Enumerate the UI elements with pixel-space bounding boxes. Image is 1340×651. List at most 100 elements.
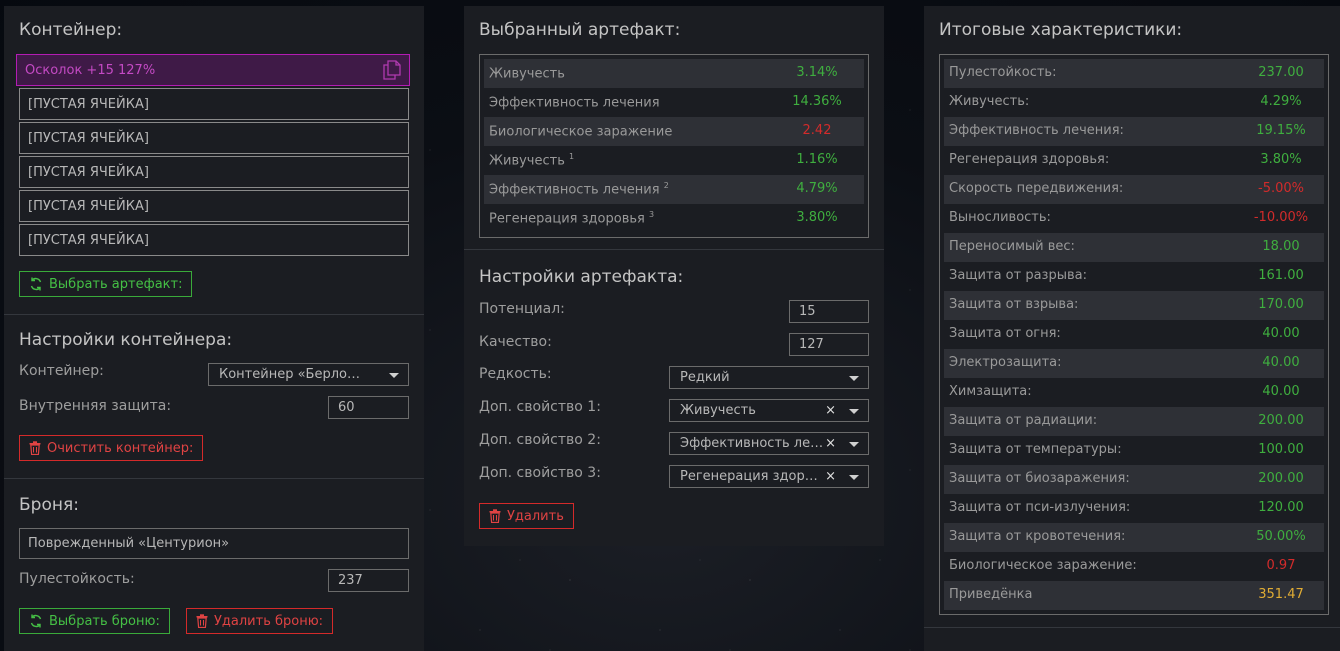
clear-icon[interactable]: × bbox=[825, 469, 836, 484]
final-stat-value: 18.00 bbox=[1262, 239, 1300, 254]
final-stat-row: Электрозащита: 40.00 bbox=[944, 349, 1324, 378]
artifact-stat-row: Живучесть 3.14% bbox=[484, 59, 864, 88]
prop2-select-value: Эффективность лечения bbox=[680, 436, 825, 451]
divider bbox=[924, 627, 1340, 628]
copy-icon[interactable] bbox=[383, 60, 401, 80]
final-stat-row: Защита от радиации: 200.00 bbox=[944, 407, 1324, 436]
final-stat-name: Защита от разрыва: bbox=[949, 268, 1087, 283]
final-stat-row: Скорость передвижения: -5.00% bbox=[944, 175, 1324, 204]
chevron-down-icon bbox=[849, 442, 859, 447]
rarity-label: Редкость: bbox=[479, 366, 552, 382]
final-stat-row: Защита от биозаражения: 200.00 bbox=[944, 465, 1324, 494]
final-stat-value: 200.00 bbox=[1258, 471, 1304, 486]
final-stat-value: 4.29% bbox=[1260, 94, 1302, 109]
rarity-select-value: Редкий bbox=[680, 370, 730, 385]
final-stat-value: 40.00 bbox=[1262, 384, 1300, 399]
prop1-select[interactable]: Живучесть × bbox=[669, 399, 869, 422]
rarity-select[interactable]: Редкий bbox=[669, 366, 869, 389]
empty-slot-5[interactable]: [ПУСТАЯ ЯЧЕЙКА] bbox=[19, 224, 409, 256]
final-stat-row: Биологическое заражение: 0.97 bbox=[944, 552, 1324, 581]
refresh-icon bbox=[30, 277, 42, 291]
container-select-value: Контейнер «Берлога» bbox=[219, 367, 364, 382]
prop2-label: Доп. свойство 2: bbox=[479, 432, 601, 448]
potential-label: Потенциал: bbox=[479, 301, 565, 317]
artifact-stat-value: 3.14% bbox=[796, 65, 838, 80]
artifact-stat-value: 2.42 bbox=[802, 123, 832, 138]
final-stat-row: Защита от кровотечения: 50.00% bbox=[944, 523, 1324, 552]
final-stat-row: Эффективность лечения: 19.15% bbox=[944, 117, 1324, 146]
selected-artifact-table: Живучесть 3.14% Эффективность лечения 14… bbox=[479, 54, 869, 238]
artifact-stat-value: 14.36% bbox=[792, 94, 842, 109]
chevron-down-icon bbox=[849, 409, 859, 414]
trash-icon bbox=[29, 441, 41, 455]
final-stat-name: Приведёнка bbox=[949, 587, 1033, 602]
prop2-select[interactable]: Эффективность лечения × bbox=[669, 432, 869, 455]
final-stat-row: Защита от огня: 40.00 bbox=[944, 320, 1324, 349]
delete-artifact-button[interactable]: Удалить bbox=[479, 503, 574, 529]
final-stat-value: 40.00 bbox=[1262, 355, 1300, 370]
final-stats-title: Итоговые характеристики: bbox=[939, 20, 1183, 40]
inner-protection-label: Внутренняя защита: bbox=[19, 398, 172, 414]
final-stat-row: Химзащита: 40.00 bbox=[944, 378, 1324, 407]
artifact-stat-row: Живучесть 1 1.16% bbox=[484, 146, 864, 175]
final-stat-name: Защита от кровотечения: bbox=[949, 529, 1126, 544]
chevron-down-icon bbox=[849, 475, 859, 480]
prop1-label: Доп. свойство 1: bbox=[479, 399, 601, 415]
artifact-stat-row: Регенерация здоровья 3 3.80% bbox=[484, 204, 864, 233]
clear-icon[interactable]: × bbox=[825, 403, 836, 418]
final-stat-name: Скорость передвижения: bbox=[949, 181, 1124, 196]
final-stat-value: 3.80% bbox=[1260, 152, 1302, 167]
final-stat-row: Приведёнка 351.47 bbox=[944, 581, 1324, 610]
empty-slot-2[interactable]: [ПУСТАЯ ЯЧЕЙКА] bbox=[19, 122, 409, 154]
final-stat-name: Защита от взрыва: bbox=[949, 297, 1079, 312]
container-type-label: Контейнер: bbox=[19, 363, 104, 379]
final-stat-value: 50.00% bbox=[1256, 529, 1306, 544]
choose-artifact-label: Выбрать артефакт: bbox=[49, 276, 183, 292]
final-stat-row: Защита от температуры: 100.00 bbox=[944, 436, 1324, 465]
artifact-slot-active[interactable]: Осколок +15 127% bbox=[16, 54, 410, 86]
final-stat-name: Защита от биозаражения: bbox=[949, 471, 1130, 486]
choose-artifact-button[interactable]: Выбрать артефакт: bbox=[19, 271, 193, 297]
final-stat-name: Защита от огня: bbox=[949, 326, 1061, 341]
final-stat-row: Регенерация здоровья: 3.80% bbox=[944, 146, 1324, 175]
choose-armor-label: Выбрать броню: bbox=[49, 613, 160, 629]
final-stat-value: 351.47 bbox=[1258, 587, 1304, 602]
chevron-down-icon bbox=[389, 373, 399, 378]
inner-protection-input[interactable]: 60 bbox=[328, 396, 409, 419]
container-panel: Контейнер: Осколок +15 127% [ПУСТАЯ ЯЧЕЙ… bbox=[4, 6, 424, 651]
final-stat-row: Защита от пси-излучения: 120.00 bbox=[944, 494, 1324, 523]
divider bbox=[4, 478, 424, 479]
delete-artifact-label: Удалить bbox=[507, 508, 564, 524]
final-stat-row: Защита от взрыва: 170.00 bbox=[944, 291, 1324, 320]
empty-slot-4[interactable]: [ПУСТАЯ ЯЧЕЙКА] bbox=[19, 190, 409, 222]
armor-bulletproof-label: Пулестойкость: bbox=[19, 571, 135, 587]
empty-slot-3[interactable]: [ПУСТАЯ ЯЧЕЙКА] bbox=[19, 156, 409, 188]
armor-bulletproof-input[interactable]: 237 bbox=[328, 569, 409, 592]
quality-label: Качество: bbox=[479, 334, 552, 350]
final-stat-value: 0.97 bbox=[1266, 558, 1296, 573]
container-select[interactable]: Контейнер «Берлога» bbox=[208, 363, 409, 386]
divider bbox=[464, 249, 884, 250]
prop1-select-value: Живучесть bbox=[680, 403, 756, 418]
final-stat-name: Биологическое заражение: bbox=[949, 558, 1137, 573]
final-stat-value: 237.00 bbox=[1258, 65, 1304, 80]
final-stat-row: Выносливость: -10.00% bbox=[944, 204, 1324, 233]
quality-input[interactable]: 127 bbox=[789, 333, 869, 356]
final-stat-value: 19.15% bbox=[1256, 123, 1306, 138]
empty-slot-1[interactable]: [ПУСТАЯ ЯЧЕЙКА] bbox=[19, 88, 409, 120]
artifact-stat-name: Биологическое заражение bbox=[489, 124, 673, 140]
prop3-select[interactable]: Регенерация здоровья × bbox=[669, 465, 869, 488]
choose-armor-button[interactable]: Выбрать броню: bbox=[19, 608, 170, 634]
clear-container-button[interactable]: Очистить контейнер: bbox=[19, 435, 204, 461]
final-stat-name: Регенерация здоровья: bbox=[949, 152, 1110, 167]
clear-icon[interactable]: × bbox=[825, 436, 836, 451]
armor-title: Броня: bbox=[19, 495, 79, 515]
artifact-stat-value: 3.80% bbox=[796, 210, 838, 225]
delete-armor-label: Удалить броню: bbox=[214, 613, 324, 629]
armor-name-field[interactable]: Поврежденный «Центурион» bbox=[19, 528, 409, 559]
final-stat-name: Электрозащита: bbox=[949, 355, 1062, 370]
potential-input[interactable]: 15 bbox=[789, 300, 869, 323]
final-stat-name: Выносливость: bbox=[949, 210, 1051, 225]
delete-armor-button[interactable]: Удалить броню: bbox=[186, 608, 334, 634]
final-stat-name: Защита от температуры: bbox=[949, 442, 1122, 457]
